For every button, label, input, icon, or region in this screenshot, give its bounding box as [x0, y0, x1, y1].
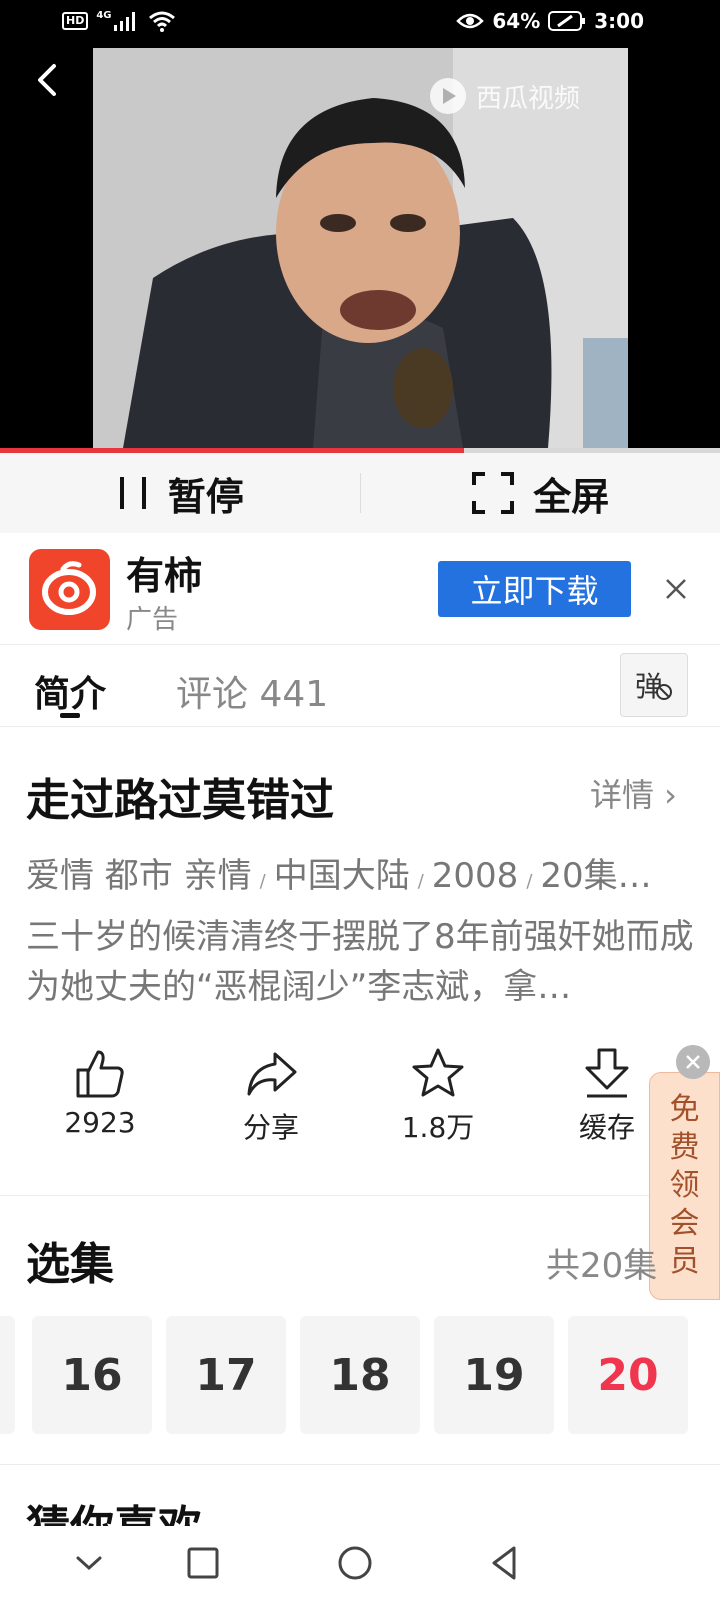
battery-percent: 64%: [492, 9, 541, 33]
favorite-count: 1.8万: [401, 1111, 475, 1144]
ad-download-button[interactable]: 立即下载: [438, 561, 631, 617]
share-icon: [247, 1052, 297, 1096]
thumbs-up-icon: [76, 1050, 124, 1098]
share-button[interactable]: 分享: [206, 1046, 336, 1146]
share-label: 分享: [242, 1111, 299, 1144]
promo-char: 免: [669, 1092, 700, 1127]
show-episodes: 20集…: [540, 856, 652, 896]
close-icon[interactable]: [662, 575, 690, 603]
chevron-down-icon[interactable]: [64, 1538, 114, 1588]
meta-separator: /: [259, 871, 266, 892]
hd-badge: HD: [62, 12, 89, 30]
promo-char: 领: [669, 1168, 700, 1203]
wifi-icon: [148, 11, 175, 32]
episodes-title: 选集: [26, 1239, 114, 1290]
system-nav-bar: [0, 1526, 720, 1600]
watermark-text: 西瓜视频: [475, 83, 580, 114]
recommend-heading: 猜你喜欢: [26, 1500, 202, 1526]
episode-list: 16 17 18 19 20: [0, 1316, 720, 1434]
battery-icon: [548, 11, 586, 31]
episode-cell-current[interactable]: 20: [568, 1316, 688, 1434]
meta-separator: /: [526, 871, 533, 892]
watermark: 西瓜视频: [428, 76, 580, 116]
episode-cell-partial[interactable]: [0, 1316, 15, 1434]
details-link[interactable]: 详情 ›: [590, 770, 677, 816]
like-count: 2923: [64, 1106, 136, 1139]
signal-icon: [113, 12, 135, 31]
network-type: 4G: [96, 9, 112, 21]
fullscreen-button[interactable]: 全屏: [361, 466, 720, 521]
episodes-total[interactable]: 共20集: [546, 1238, 657, 1287]
tab-comments[interactable]: 评论 441: [176, 665, 328, 717]
episode-cell[interactable]: 17: [166, 1316, 286, 1434]
ad-banner[interactable]: 有柿 广告 立即下载: [0, 533, 720, 645]
ad-app-name: 有柿: [126, 554, 203, 598]
promo-char: 会: [669, 1206, 700, 1241]
status-bar: HD 4G 64% 3:00: [0, 0, 720, 48]
pause-icon: [119, 477, 146, 509]
pause-button[interactable]: 暂停: [0, 466, 360, 521]
promo-char: 费: [669, 1130, 700, 1165]
favorite-button[interactable]: 1.8万: [373, 1046, 503, 1146]
episode-cell[interactable]: 16: [32, 1316, 152, 1434]
danmu-off-icon: [656, 684, 672, 700]
control-bar: 暂停 全屏: [0, 453, 720, 533]
ad-app-logo: [29, 549, 110, 630]
show-region: 中国大陆: [273, 856, 410, 896]
video-frame[interactable]: 西瓜视频: [93, 48, 628, 448]
show-genres: 爱情 都市 亲情: [26, 856, 252, 896]
show-description[interactable]: 三十岁的候清清终于摆脱了8年前强奸她而成为她丈夫的“恶棍阔少”李志斌，拿…: [26, 912, 698, 1012]
like-button[interactable]: 2923: [35, 1046, 165, 1139]
show-year: 2008: [431, 856, 519, 896]
recents-square-icon[interactable]: [178, 1538, 228, 1588]
promo-char: 员: [669, 1244, 700, 1279]
episode-cell[interactable]: 19: [434, 1316, 554, 1434]
section-divider: [0, 1464, 720, 1465]
eye-icon: [456, 13, 485, 29]
meta-separator: /: [417, 871, 424, 892]
action-row: 2923 分享 1.8万 缓存: [0, 1046, 720, 1196]
fullscreen-label: 全屏: [533, 474, 610, 519]
episode-cell[interactable]: 18: [300, 1316, 420, 1434]
tab-intro[interactable]: 简介: [34, 665, 106, 717]
show-meta: 爱情 都市 亲情 / 中国大陆 / 2008 / 20集…: [26, 848, 698, 897]
fullscreen-icon: [472, 472, 515, 514]
back-icon[interactable]: [26, 58, 70, 102]
ad-label: 广告: [126, 605, 179, 635]
star-icon: [412, 1048, 464, 1097]
free-vip-promo[interactable]: 免 费 领 会 员: [649, 1072, 720, 1300]
danmu-toggle-button[interactable]: 弹: [620, 653, 688, 717]
tab-bar: 简介 评论 441 弹: [0, 645, 720, 727]
app-logo-icon: [42, 561, 96, 615]
promo-close-icon[interactable]: [676, 1045, 710, 1079]
show-title: 走过路过莫错过: [26, 775, 334, 826]
pause-label: 暂停: [167, 474, 244, 519]
back-triangle-icon[interactable]: [480, 1538, 530, 1588]
tab-indicator: [60, 713, 80, 718]
download-icon: [585, 1048, 629, 1098]
clock: 3:00: [594, 9, 644, 33]
home-circle-icon[interactable]: [330, 1538, 380, 1588]
xigua-logo-icon: [429, 78, 466, 114]
